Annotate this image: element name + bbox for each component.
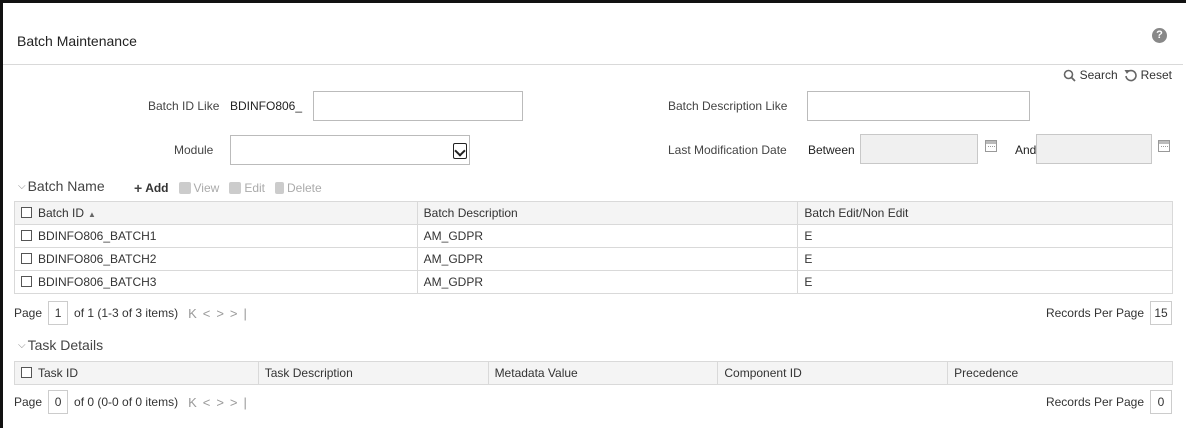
page-input[interactable]: 0 xyxy=(48,390,69,414)
chevron-down-icon: ⌵ xyxy=(18,339,26,351)
filter-actions: Search Reset xyxy=(1063,68,1172,82)
view-icon xyxy=(178,182,191,194)
records-per-page-input[interactable]: 0 xyxy=(1150,390,1172,414)
batch-desc-label: Batch Description Like xyxy=(668,99,788,113)
reset-button[interactable]: Reset xyxy=(1124,68,1172,82)
chevron-down-icon[interactable] xyxy=(453,143,467,159)
edit-icon xyxy=(229,182,242,194)
trash-icon xyxy=(275,182,284,194)
calendar-icon[interactable] xyxy=(1158,140,1170,152)
between-label: Between xyxy=(808,143,855,157)
batch-id-value: BDINFO806_ xyxy=(230,99,303,113)
select-all-checkbox[interactable] xyxy=(21,367,32,378)
batch-id-cell: BDINFO806_BATCH1 xyxy=(14,224,418,248)
batch-section-header[interactable]: ⌵ Batch Name xyxy=(18,178,105,194)
batch-section-title: Batch Name xyxy=(27,178,105,194)
batch-edit-cell: E xyxy=(797,270,1173,294)
column-header-batch-id[interactable]: Batch ID ▲ xyxy=(14,201,418,225)
module-select[interactable] xyxy=(230,135,470,165)
table-header-row: Task ID Task Description Metadata Value … xyxy=(14,361,1173,385)
task-section-title: Task Details xyxy=(27,337,104,353)
search-label: Search xyxy=(1079,68,1118,82)
reset-label: Reset xyxy=(1140,68,1172,82)
batch-id-cell: BDINFO806_BATCH2 xyxy=(14,247,418,271)
row-checkbox[interactable] xyxy=(21,253,32,264)
batch-description-cell: AM_GDPR xyxy=(416,224,799,248)
records-per-page-label: Records Per Page xyxy=(1045,395,1144,409)
batch-description-cell: AM_GDPR xyxy=(416,270,799,294)
pager-nav-icons[interactable]: K<>>| xyxy=(188,306,253,321)
page-info: of 0 (0-0 of 0 items) xyxy=(74,395,179,409)
batch-pager: Page 1 of 1 (1-3 of 3 items) K<>>| xyxy=(14,301,253,325)
page-input[interactable]: 1 xyxy=(48,301,69,325)
column-header-metadata-value[interactable]: Metadata Value xyxy=(487,361,719,385)
page-info: of 1 (1-3 of 3 items) xyxy=(74,306,179,320)
page-label: Page xyxy=(14,395,43,409)
column-header-component-id[interactable]: Component ID xyxy=(717,361,949,385)
row-checkbox[interactable] xyxy=(21,276,32,287)
search-icon xyxy=(1063,69,1076,82)
between-date-input[interactable] xyxy=(860,134,978,164)
plus-icon: + xyxy=(134,180,143,196)
and-label: And xyxy=(1015,143,1037,157)
task-table: Task ID Task Description Metadata Value … xyxy=(14,361,1173,385)
batch-edit-cell: E xyxy=(797,224,1173,248)
calendar-icon[interactable] xyxy=(985,140,997,152)
edit-button[interactable]: Edit xyxy=(229,180,265,196)
module-label: Module xyxy=(174,143,214,157)
last-mod-label: Last Modification Date xyxy=(668,143,787,157)
batch-edit-cell: E xyxy=(797,247,1173,271)
table-row[interactable]: BDINFO806_BATCH3 AM_GDPR E xyxy=(14,270,1173,294)
column-header-batch-edit[interactable]: Batch Edit/Non Edit xyxy=(797,201,1173,225)
batch-description-cell: AM_GDPR xyxy=(416,247,799,271)
batch-id-label: Batch ID Like xyxy=(148,99,220,113)
batch-id-input[interactable] xyxy=(313,91,523,121)
column-header-task-description[interactable]: Task Description xyxy=(257,361,489,385)
task-section-header[interactable]: ⌵ Task Details xyxy=(18,337,103,353)
task-records-per-page: Records Per Page 0 xyxy=(1046,390,1172,414)
delete-label: Delete xyxy=(287,181,322,195)
page-header: Batch Maintenance ? xyxy=(3,3,1183,65)
task-pager: Page 0 of 0 (0-0 of 0 items) K<>>| xyxy=(14,390,253,414)
view-button[interactable]: View xyxy=(178,180,220,196)
page-title: Batch Maintenance xyxy=(17,33,137,49)
edit-label: Edit xyxy=(244,181,265,195)
chevron-down-icon: ⌵ xyxy=(18,180,26,192)
table-header-row: Batch ID ▲ Batch Description Batch Edit/N… xyxy=(14,201,1173,225)
and-date-input[interactable] xyxy=(1036,134,1152,164)
search-button[interactable]: Search xyxy=(1063,68,1118,82)
column-header-precedence[interactable]: Precedence xyxy=(947,361,1173,385)
row-checkbox[interactable] xyxy=(21,230,32,241)
sort-asc-icon[interactable]: ▲ xyxy=(88,210,96,219)
column-header-task-id[interactable]: Task ID xyxy=(14,361,259,385)
add-label: Add xyxy=(145,181,169,195)
pager-nav-icons[interactable]: K<>>| xyxy=(188,395,253,410)
batch-id-cell: BDINFO806_BATCH3 xyxy=(14,270,418,294)
batch-records-per-page: Records Per Page 15 xyxy=(1046,301,1172,325)
records-per-page-input[interactable]: 15 xyxy=(1150,301,1172,325)
page-label: Page xyxy=(14,306,43,320)
batch-desc-input[interactable] xyxy=(807,91,1030,121)
help-icon[interactable]: ? xyxy=(1152,28,1167,43)
records-per-page-label: Records Per Page xyxy=(1045,306,1144,320)
table-row[interactable]: BDINFO806_BATCH1 AM_GDPR E xyxy=(14,224,1173,248)
batch-table: Batch ID ▲ Batch Description Batch Edit/N… xyxy=(14,201,1173,294)
column-header-batch-description[interactable]: Batch Description xyxy=(416,201,799,225)
select-all-checkbox[interactable] xyxy=(21,207,32,218)
reset-icon xyxy=(1124,69,1137,81)
add-button[interactable]: + Add xyxy=(134,180,169,196)
batch-toolbar: + Add View Edit Delete xyxy=(134,180,322,196)
delete-button[interactable]: Delete xyxy=(275,180,322,196)
table-row[interactable]: BDINFO806_BATCH2 AM_GDPR E xyxy=(14,247,1173,271)
view-label: View xyxy=(193,181,220,195)
